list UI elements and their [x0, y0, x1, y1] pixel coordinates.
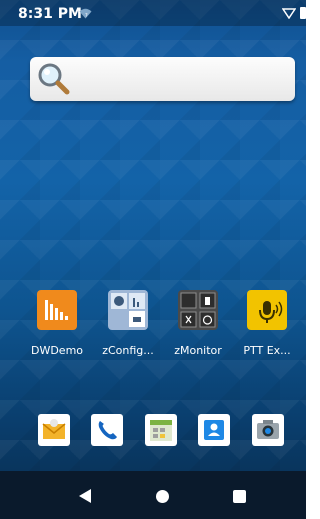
app-zconfig[interactable]: zConfig...: [97, 290, 159, 357]
app-label: PTT Ex...: [243, 344, 291, 357]
dock-email[interactable]: [38, 414, 70, 446]
battery-icon: [300, 7, 306, 19]
email-icon: [38, 414, 70, 446]
svg-text:?: ?: [85, 13, 88, 19]
app-zmonitor[interactable]: zMonitor: [167, 290, 229, 357]
dock-calendar[interactable]: [145, 414, 177, 446]
dock-camera[interactable]: [252, 414, 284, 446]
app-ptt-express[interactable]: PTT Ex...: [236, 290, 298, 357]
home-screen: 8:31 PM ? DWDemo zConfig... zMonitor PTT…: [0, 0, 306, 519]
phone-icon: [91, 414, 123, 446]
status-bar: 8:31 PM ?: [0, 0, 306, 26]
dock-phone[interactable]: [91, 414, 123, 446]
app-label: zConfig...: [102, 344, 154, 357]
navigation-bar: [0, 471, 306, 519]
wifi-icon: ?: [79, 8, 92, 19]
contacts-icon: [198, 414, 230, 446]
dwdemo-icon: [37, 290, 77, 330]
search-icon: [38, 63, 70, 95]
app-label: DWDemo: [30, 344, 84, 357]
home-button[interactable]: [156, 490, 169, 503]
back-icon[interactable]: [78, 488, 92, 504]
search-bar[interactable]: [30, 57, 295, 101]
recents-button[interactable]: [233, 490, 246, 503]
status-time: 8:31 PM: [18, 6, 82, 22]
camera-icon: [252, 414, 284, 446]
app-dwdemo[interactable]: DWDemo: [26, 290, 88, 357]
dock-contacts[interactable]: [198, 414, 230, 446]
zconfig-icon: [108, 290, 148, 330]
signal-icon: [282, 8, 296, 19]
ptt-icon: [247, 290, 287, 330]
app-label: zMonitor: [174, 344, 222, 357]
calendar-icon: [145, 414, 177, 446]
zmonitor-icon: [178, 290, 218, 330]
